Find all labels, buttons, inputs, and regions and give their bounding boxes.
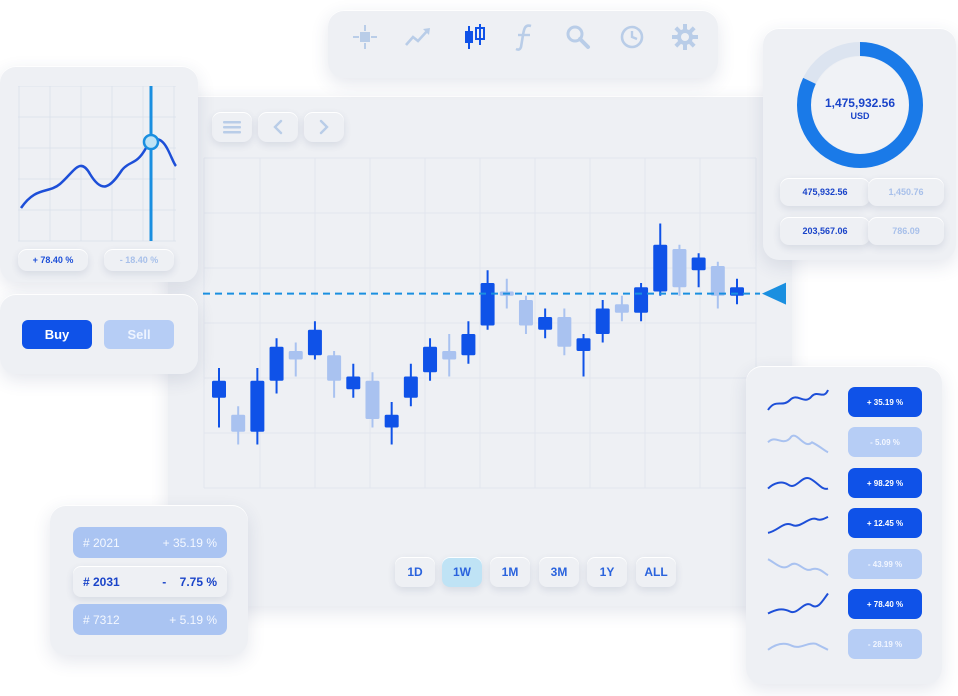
candle-body[interactable] [423, 346, 438, 373]
balance-stat-1: 475,932.56 [780, 178, 870, 206]
candle-body[interactable] [614, 304, 629, 313]
timeframe-all[interactable]: ALL [636, 557, 676, 587]
candle-body[interactable] [710, 266, 725, 296]
timeframe-1y[interactable]: 1Y [587, 557, 627, 587]
portfolio-row-2[interactable]: # 2031 - 7.75 % [73, 566, 227, 597]
sell-button[interactable]: Sell [104, 320, 174, 349]
candle-body[interactable] [557, 317, 572, 347]
portfolio-row-3[interactable]: # 7312 + 5.19 % [73, 604, 227, 635]
portfolio-row-1[interactable]: # 2021 + 35.19 % [73, 527, 227, 558]
buy-button[interactable]: Buy [22, 320, 92, 349]
candle-body[interactable] [595, 308, 610, 335]
mini-line-chart[interactable] [18, 86, 178, 244]
candlestick-tool[interactable] [459, 22, 489, 52]
candle-body[interactable] [634, 287, 649, 313]
balance-amount: 1,475,932.56 [824, 96, 896, 110]
mover-sparkline [767, 476, 829, 490]
candle-body[interactable] [307, 329, 322, 356]
candle-body[interactable] [480, 283, 495, 326]
candle-body[interactable] [269, 346, 284, 381]
mover-badge-6: + 78.40 % [848, 589, 922, 619]
mover-sparkline [767, 389, 829, 411]
timeframe-1d[interactable]: 1D [395, 557, 435, 587]
mover-badge-3: + 98.29 % [848, 468, 922, 498]
mover-badge-2: - 5.09 % [848, 427, 922, 457]
candle-body[interactable] [212, 380, 226, 398]
price-level-marker[interactable] [762, 282, 786, 305]
portfolio-id: # 2021 [83, 535, 120, 550]
function-tool[interactable] [510, 22, 540, 52]
mover-sparkline [767, 558, 829, 577]
history-tool[interactable] [617, 22, 647, 52]
candle-body[interactable] [442, 351, 457, 360]
mover-badge-1: + 35.19 % [848, 387, 922, 417]
timeframe-1m[interactable]: 1M [490, 557, 530, 587]
mover-sparkline [767, 592, 829, 615]
balance-stat-4: 786.09 [868, 217, 944, 245]
crosshair-icon [353, 25, 377, 49]
candle-body[interactable] [346, 376, 361, 390]
movers-sparklines [767, 389, 829, 651]
timeframe-3m[interactable]: 3M [539, 557, 579, 587]
candlestick-icon [465, 24, 485, 49]
candle-body[interactable] [384, 414, 399, 428]
mover-badge-7: - 28.19 % [848, 629, 922, 659]
candle-body[interactable] [538, 317, 553, 330]
balance-stat-2: 1,450.76 [868, 178, 944, 206]
candles [212, 223, 744, 445]
timeframe-1w[interactable]: 1W [442, 557, 482, 587]
mini-stat-positive: + 78.40 % [18, 249, 88, 271]
search-icon [566, 25, 590, 49]
portfolio-id: # 2031 [83, 574, 120, 589]
candle-body[interactable] [576, 338, 591, 351]
portfolio-change: + 5.19 % [169, 612, 217, 627]
mini-stat-negative: - 18.40 % [104, 249, 174, 271]
candle-body[interactable] [461, 334, 476, 356]
trend-line-icon [405, 28, 430, 46]
candle-body[interactable] [365, 380, 380, 419]
clock-icon [620, 25, 644, 49]
candle-body[interactable] [518, 300, 533, 326]
mini-chart-cursor-handle[interactable] [142, 133, 160, 151]
candle-body[interactable] [691, 257, 706, 271]
trend-line-tool[interactable] [403, 22, 433, 52]
mover-badge-4: + 12.45 % [848, 508, 922, 538]
candle-body[interactable] [288, 351, 303, 360]
crosshair-tool[interactable] [350, 22, 380, 52]
portfolio-id: # 7312 [83, 612, 120, 627]
settings-tool[interactable] [670, 22, 700, 52]
function-icon [515, 24, 532, 51]
mover-sparkline [767, 516, 829, 534]
portfolio-change: + 35.19 % [162, 535, 217, 550]
mover-badge-5: - 43.99 % [848, 549, 922, 579]
candle-body[interactable] [403, 376, 418, 398]
mover-sparkline [767, 434, 829, 454]
chart-grid [203, 157, 757, 489]
gear-icon [672, 24, 698, 50]
candle-body[interactable] [327, 355, 342, 381]
candle-body[interactable] [231, 414, 246, 432]
candle-body[interactable] [672, 249, 687, 288]
mover-sparkline [767, 642, 829, 651]
candle-body[interactable] [653, 244, 668, 292]
balance-stat-3: 203,567.06 [780, 217, 870, 245]
portfolio-change: - 7.75 % [162, 574, 217, 589]
balance-currency: USD [850, 111, 870, 121]
candle-body[interactable] [250, 380, 265, 432]
search-tool[interactable] [563, 22, 593, 52]
